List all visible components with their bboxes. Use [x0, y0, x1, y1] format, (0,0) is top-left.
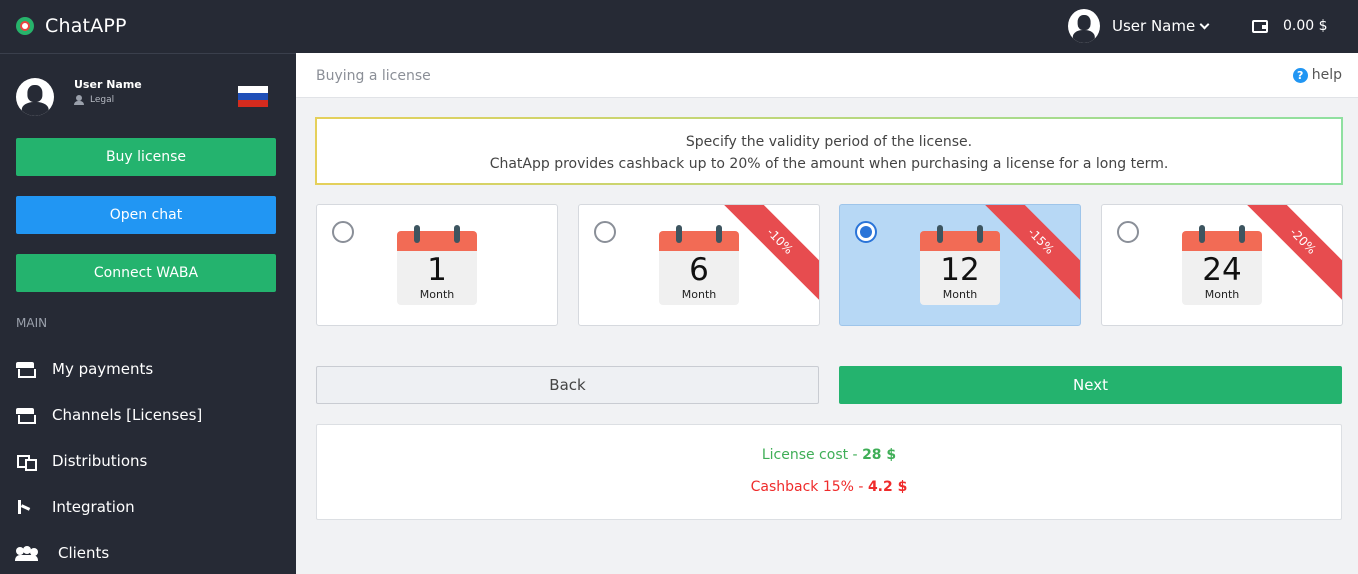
wallet-balance[interactable]: 0.00 $ — [1252, 18, 1328, 34]
plan-card-1-month[interactable]: 1 Month — [316, 204, 558, 326]
plan-duration-unit: Month — [681, 288, 717, 301]
user-menu[interactable]: User Name — [1068, 9, 1210, 43]
store-icon — [16, 361, 36, 378]
open-chat-button[interactable]: Open chat — [16, 196, 276, 234]
sidebar-item-label: Channels [Licenses] — [52, 406, 203, 424]
calendar-icon: 1 Month — [397, 225, 477, 305]
distributions-icon — [16, 453, 37, 471]
plan-radio[interactable] — [855, 221, 877, 243]
sidebar-user-card: User Name Legal — [16, 78, 280, 118]
russia-flag-icon[interactable] — [238, 86, 268, 107]
plan-duration-unit: Month — [419, 288, 455, 301]
user-role-label: Legal — [90, 95, 115, 105]
clients-icon — [15, 545, 38, 561]
integration-icon — [16, 499, 34, 515]
license-notice: Specify the validity period of the licen… — [315, 117, 1343, 185]
cashback-value: 4.2 $ — [867, 479, 908, 495]
store-icon — [16, 407, 36, 424]
user-icon — [74, 95, 84, 105]
plan-radio[interactable] — [1117, 221, 1139, 243]
sidebar: User Name Legal Buy license Open chat Co… — [0, 53, 296, 574]
main-content: Buying a license ? help Specify the vali… — [296, 53, 1358, 574]
connect-waba-button[interactable]: Connect WABA — [16, 254, 276, 292]
sidebar-item-clients[interactable]: Clients — [15, 539, 286, 567]
help-label: help — [1311, 67, 1342, 83]
back-button[interactable]: Back — [316, 366, 819, 404]
app-name: ChatAPP — [45, 15, 127, 37]
buy-license-button[interactable]: Buy license — [16, 138, 276, 176]
sidebar-item-label: Integration — [52, 498, 135, 516]
plan-duration-number: 6 — [689, 252, 709, 288]
plan-card-6-months[interactable]: 6 Month -10% — [578, 204, 820, 326]
discount-label: -20% — [1287, 225, 1319, 257]
sidebar-item-channels[interactable]: Channels [Licenses] — [16, 401, 286, 429]
plan-card-12-months[interactable]: 12 Month -15% — [839, 204, 1081, 326]
cashback-line: Cashback 15% - 4.2 $ — [317, 479, 1341, 495]
plan-radio[interactable] — [332, 221, 354, 243]
notice-line: ChatApp provides cashback up to 20% of t… — [489, 156, 1169, 172]
license-cost-line: License cost - 28 $ — [317, 447, 1341, 463]
plan-radio[interactable] — [594, 221, 616, 243]
sidebar-item-label: My payments — [52, 360, 154, 378]
chatapp-logo-icon — [16, 17, 34, 35]
avatar[interactable] — [16, 78, 54, 116]
next-button[interactable]: Next — [839, 366, 1342, 404]
sidebar-item-distributions[interactable]: Distributions — [16, 447, 286, 475]
balance-amount: 0.00 $ — [1283, 18, 1328, 34]
plan-duration-number: 1 — [427, 252, 447, 288]
calendar-icon: 12 Month — [920, 225, 1000, 305]
sidebar-user-role: Legal — [74, 95, 114, 105]
sidebar-item-label: Distributions — [52, 452, 148, 470]
license-cost-label: License cost - — [761, 447, 863, 463]
section-label-main: MAIN — [16, 316, 48, 330]
plan-duration-number: 24 — [1202, 252, 1242, 288]
discount-label: -15% — [1025, 225, 1057, 257]
plan-duration-unit: Month — [942, 288, 978, 301]
plan-duration-unit: Month — [1204, 288, 1240, 301]
license-cost-value: 28 $ — [862, 447, 897, 463]
page-header: Buying a license ? help — [296, 53, 1358, 98]
license-summary: License cost - 28 $ Cashback 15% - 4.2 $ — [316, 424, 1342, 520]
help-icon: ? — [1292, 67, 1308, 83]
sidebar-user-name: User Name — [74, 78, 142, 91]
plan-card-24-months[interactable]: 24 Month -20% — [1101, 204, 1343, 326]
app-logo[interactable]: ChatAPP — [16, 13, 127, 39]
top-bar: ChatAPP User Name 0.00 $ — [0, 0, 1358, 53]
notice-line: Specify the validity period of the licen… — [685, 134, 973, 150]
sidebar-item-my-payments[interactable]: My payments — [16, 355, 286, 383]
cashback-label: Cashback 15% - — [750, 479, 868, 495]
sidebar-item-label: Clients — [58, 544, 110, 562]
help-link[interactable]: ? help — [1292, 67, 1342, 83]
chevron-down-icon — [1199, 19, 1210, 29]
sidebar-item-integration[interactable]: Integration — [16, 493, 286, 521]
user-name: User Name — [1112, 17, 1196, 35]
avatar — [1068, 9, 1100, 43]
plan-duration-number: 12 — [940, 252, 980, 288]
wallet-icon — [1252, 19, 1268, 33]
discount-label: -10% — [764, 225, 796, 257]
page-title: Buying a license — [316, 68, 431, 84]
calendar-icon: 6 Month — [659, 225, 739, 305]
calendar-icon: 24 Month — [1182, 225, 1262, 305]
